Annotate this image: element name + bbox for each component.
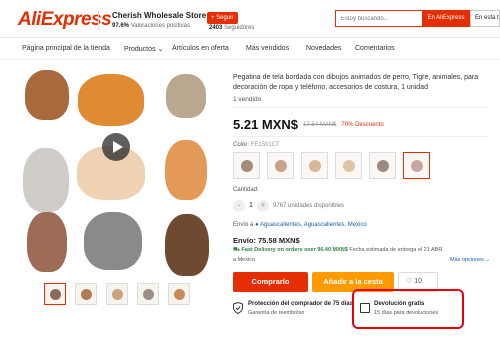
product-image[interactable] bbox=[15, 66, 210, 276]
product-title: Pegatina de tela bordada con dibujos ani… bbox=[233, 74, 479, 91]
swatch-image bbox=[275, 160, 287, 172]
location-pin-icon: ● bbox=[255, 222, 259, 228]
dog-sticker bbox=[25, 70, 69, 120]
highlight-annotation bbox=[352, 289, 464, 329]
shipping-cost: Envío: 75.58 MXN$ bbox=[233, 236, 300, 245]
swatch-image bbox=[411, 160, 423, 172]
color-swatch[interactable] bbox=[369, 152, 396, 179]
store-name-text: Cherish Wholesale Store bbox=[112, 11, 207, 20]
swatch-image bbox=[309, 160, 321, 172]
puppy-sticker bbox=[165, 214, 209, 276]
quantity-increase-button[interactable]: + bbox=[257, 200, 269, 212]
nav-products[interactable]: Productos ⌄ bbox=[124, 45, 163, 53]
ship-location-link[interactable]: Aguascalientes, Aguascalientes, Mexico bbox=[260, 222, 367, 228]
store-rating: 97.6% Valoraciones positivas bbox=[112, 23, 190, 29]
nav-deals[interactable]: Artículos en oferta bbox=[172, 45, 229, 52]
ship-to: Envío a ● Aguascalientes, Aguascalientes… bbox=[233, 222, 367, 228]
buy-now-button[interactable]: Comprarlo bbox=[233, 272, 308, 292]
followers: 2403 Seguidores bbox=[209, 25, 254, 31]
quantity-label: Cantidad: bbox=[233, 187, 259, 193]
fast-delivery: ⛟ Fast Delivery on orders over 96.40 MXN… bbox=[233, 247, 442, 254]
quantity-available: 9767 unidades disponibles bbox=[273, 203, 345, 209]
to-country: a Mexico bbox=[233, 257, 256, 263]
dog-glasses-sticker bbox=[23, 148, 69, 212]
color-swatch[interactable] bbox=[335, 152, 362, 179]
store-rating-value: 97.6% bbox=[112, 23, 130, 29]
current-price: 5.21 MXN$ bbox=[233, 117, 299, 133]
color-value: FE1501CT bbox=[250, 142, 280, 148]
quantity-decrease-button[interactable]: - bbox=[233, 200, 245, 212]
color-label: Color: FE1501CT bbox=[233, 142, 280, 148]
thumbnail-image bbox=[112, 289, 123, 300]
store-rating-label: Valoraciones positivas bbox=[130, 23, 190, 29]
search-store-button[interactable]: En esta tienda bbox=[470, 10, 500, 27]
thumbnail-2[interactable] bbox=[75, 283, 97, 305]
thumbnail-3[interactable] bbox=[106, 283, 128, 305]
nav-products-label: Productos bbox=[124, 46, 156, 53]
swatch-image bbox=[377, 160, 389, 172]
play-icon[interactable] bbox=[102, 133, 130, 161]
store-nav: Página principal de la tienda Productos … bbox=[0, 38, 500, 60]
store-name[interactable]: Cherish Wholesale Store⌄ bbox=[112, 11, 214, 20]
header-divider bbox=[98, 10, 99, 30]
wishlist-count: 10 bbox=[414, 278, 423, 285]
truck-icon: ⛟ bbox=[233, 247, 240, 253]
delivery-estimate: Fecha estimada de entrega el 21 ABR bbox=[349, 247, 443, 253]
thumbnail-image bbox=[50, 289, 61, 300]
raccoon-sticker bbox=[166, 74, 206, 118]
original-price: 17.54 MXN$ bbox=[303, 121, 337, 128]
followers-count: 2403 bbox=[209, 25, 223, 31]
quantity-value[interactable]: 1 bbox=[249, 202, 253, 209]
store-header: AliExpress Cherish Wholesale Store⌄ 97.6… bbox=[0, 0, 500, 38]
search-input[interactable] bbox=[335, 10, 422, 27]
kitten-sticker bbox=[165, 140, 207, 200]
thumbnail-strip bbox=[44, 283, 194, 305]
divider bbox=[233, 107, 488, 108]
color-swatch[interactable] bbox=[233, 152, 260, 179]
chevron-down-icon: ⌄ bbox=[157, 46, 164, 53]
search-aliexpress-button[interactable]: En AliExpress bbox=[422, 10, 470, 27]
buyer-protection-subtitle: Garantía de reembolso bbox=[248, 310, 305, 316]
nav-store-home[interactable]: Página principal de la tienda bbox=[22, 45, 110, 52]
thumbnail-4[interactable] bbox=[137, 283, 159, 305]
thumbnail-image bbox=[174, 289, 185, 300]
guinea-pig-sticker bbox=[27, 212, 67, 272]
thumbnail-1[interactable] bbox=[44, 283, 66, 305]
swatch-image bbox=[241, 160, 253, 172]
chevron-down-icon: ⌄ bbox=[485, 257, 491, 263]
buyer-protection-title: Protección del comprador de 75 días bbox=[248, 301, 354, 307]
follow-button[interactable]: + Seguir bbox=[207, 12, 238, 24]
color-label-text: Color: bbox=[233, 142, 250, 148]
nav-new-arrivals[interactable]: Novedades bbox=[306, 45, 341, 52]
lemur-sticker bbox=[84, 212, 142, 270]
shield-icon bbox=[233, 302, 243, 314]
fast-delivery-text: Fast Delivery on orders over 96.40 MXN$ bbox=[241, 247, 348, 253]
color-swatch[interactable] bbox=[267, 152, 294, 179]
ship-to-prefix: Envío a bbox=[233, 222, 254, 228]
sold-count: 1 vendido bbox=[233, 96, 262, 103]
color-swatch-selected[interactable] bbox=[403, 152, 430, 179]
more-options-link[interactable]: Más opciones ⌄ bbox=[450, 257, 490, 263]
nav-best-sellers[interactable]: Más vendidos bbox=[246, 45, 289, 52]
thumbnail-5[interactable] bbox=[168, 283, 190, 305]
thumbnail-image bbox=[143, 289, 154, 300]
price-row: 5.21 MXN$ 17.54 MXN$ 70% Descuento bbox=[233, 116, 384, 133]
discount-badge: 70% Descuento bbox=[341, 121, 384, 128]
color-swatch[interactable] bbox=[301, 152, 328, 179]
nav-reviews[interactable]: Comentarios bbox=[355, 45, 395, 52]
tiger-sticker bbox=[78, 74, 144, 126]
followers-label: Seguidores bbox=[224, 25, 255, 31]
thumbnail-image bbox=[81, 289, 92, 300]
swatch-image bbox=[343, 160, 355, 172]
heart-icon: ♡ bbox=[406, 278, 413, 285]
more-options-label: Más opciones bbox=[450, 257, 484, 263]
divider bbox=[233, 136, 488, 137]
